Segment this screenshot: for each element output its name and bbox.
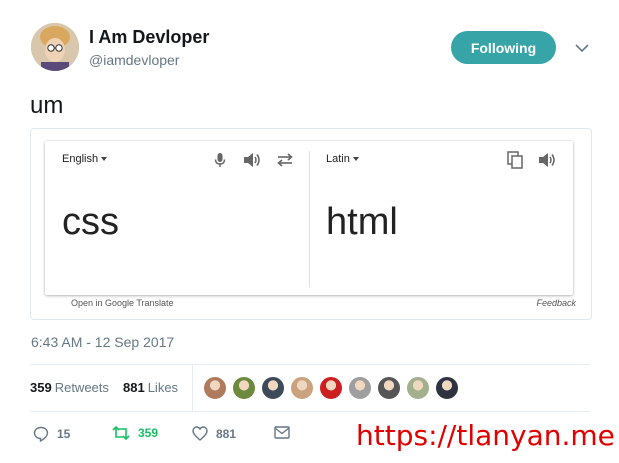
display-name[interactable]: I Am Devloper [89, 27, 209, 48]
retweets-count: 359 [30, 380, 52, 395]
tweet-text: um [30, 92, 64, 119]
following-button[interactable]: Following [451, 31, 556, 64]
speaker-icon [539, 153, 555, 167]
target-language-select[interactable]: Latin [326, 153, 359, 165]
liker-avatar[interactable] [435, 376, 459, 400]
likes-label: Likes [147, 380, 179, 395]
feedback-link[interactable]: Feedback [536, 298, 576, 308]
like-button[interactable]: 881 [192, 426, 236, 441]
target-pane: Latin html [310, 141, 573, 295]
likes-stat[interactable]: 881 Likes [123, 380, 178, 395]
liker-avatar[interactable] [348, 376, 372, 400]
source-language-select[interactable]: English [62, 153, 108, 165]
source-text[interactable]: css [62, 201, 119, 244]
liker-avatar[interactable] [377, 376, 401, 400]
tweet-stats: 359 Retweets 881 Likes [30, 365, 590, 411]
reply-icon [33, 426, 49, 442]
reply-button[interactable]: 15 [33, 426, 70, 442]
liker-avatar[interactable] [406, 376, 430, 400]
liker-avatar[interactable] [261, 376, 285, 400]
caret-down-icon [101, 157, 108, 161]
stats-divider [192, 365, 193, 411]
tweet-menu-button[interactable] [572, 38, 592, 58]
profile-avatar [31, 23, 79, 71]
retweet-count: 359 [138, 426, 159, 440]
listen-source-button[interactable] [241, 149, 263, 171]
liker-avatar[interactable] [319, 376, 343, 400]
translate-widget: English css Latin html [45, 141, 573, 295]
open-in-translate-link[interactable]: Open in Google Translate [71, 298, 174, 308]
likes-count: 881 [123, 380, 145, 395]
like-count: 881 [216, 426, 237, 441]
liker-avatar[interactable] [203, 376, 227, 400]
tweet-timestamp[interactable]: 6:43 AM - 12 Sep 2017 [31, 334, 174, 350]
liker-avatar[interactable] [232, 376, 256, 400]
microphone-button[interactable] [209, 149, 231, 171]
divider [30, 411, 590, 412]
retweets-label: Retweets [54, 380, 109, 395]
retweets-stat[interactable]: 359 Retweets [30, 380, 109, 395]
retweet-button[interactable]: 359 [112, 426, 158, 440]
listen-target-button[interactable] [536, 149, 558, 171]
translate-card[interactable]: English css Latin html Open in Google Tr… [30, 128, 592, 320]
translated-text: html [326, 201, 398, 243]
target-language-label: Latin [326, 153, 350, 165]
chevron-down-icon [575, 43, 589, 52]
swap-icon [277, 153, 293, 167]
heart-icon [192, 426, 208, 441]
retweet-icon [112, 426, 130, 440]
microphone-icon [214, 153, 226, 167]
reply-count: 15 [57, 427, 71, 441]
user-handle[interactable]: @iamdevloper [89, 52, 179, 68]
caret-down-icon [352, 157, 359, 161]
copy-icon [507, 151, 523, 169]
copy-translation-button[interactable] [504, 149, 526, 171]
swap-languages-button[interactable] [274, 149, 296, 171]
liker-avatar[interactable] [290, 376, 314, 400]
avatar[interactable] [31, 23, 79, 71]
envelope-icon [274, 426, 290, 439]
speaker-icon [244, 153, 260, 167]
direct-message-button[interactable] [274, 426, 290, 439]
source-language-label: English [62, 153, 99, 165]
watermark: https://tlanyan.me [356, 419, 615, 452]
source-pane: English css [45, 141, 309, 295]
